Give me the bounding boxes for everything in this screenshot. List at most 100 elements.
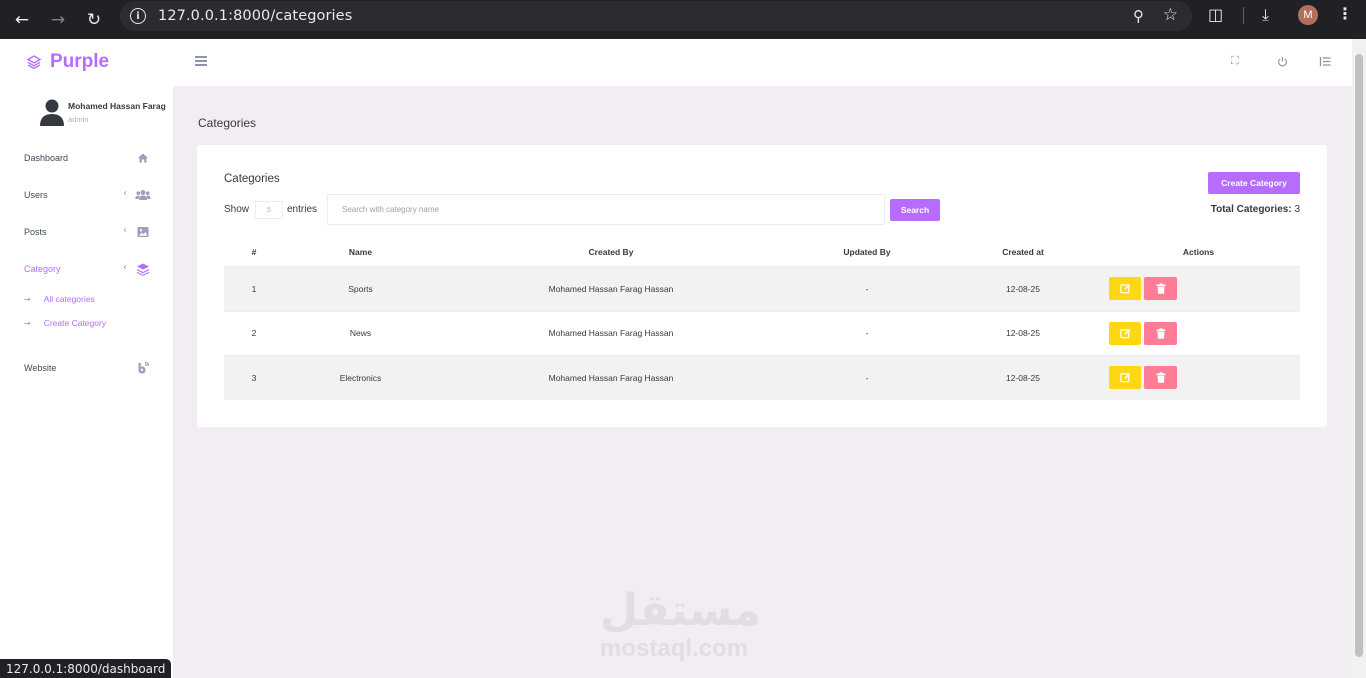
table-row: 3 Electronics Mohamed Hassan Farag Hassa… [224,355,1300,400]
list-settings-icon[interactable] [1319,56,1331,67]
column-header: Created By [588,246,634,257]
back-arrow-icon[interactable]: ← [4,5,40,35]
browser-menu-icon[interactable]: ⋮ [1337,4,1353,23]
layers-icon [137,263,149,276]
sidebar-item-label: Posts [24,227,47,237]
sidebar-item-label: Dashboard [24,153,69,163]
arrow-right-icon: → [24,318,31,328]
chevron-left-icon: ‹ [123,262,127,273]
scrollbar-thumb[interactable] [1355,54,1363,657]
chevron-left-icon: ‹ [123,188,127,199]
reload-icon[interactable]: ↻ [76,5,112,35]
sidebar-item-label: Website [24,363,57,373]
updated-by: - [865,372,869,383]
delete-button[interactable] [1144,366,1177,390]
sidebar-item-website[interactable]: Website [24,358,152,378]
column-header: Created at [1002,246,1044,257]
created-at: 12-08-25 [1005,283,1041,294]
total-value: 3 [1294,204,1300,215]
edit-icon [1119,328,1130,339]
forward-arrow-icon[interactable]: → [40,5,76,35]
card-title: Categories [224,173,280,185]
categories-table: # Name Created By Updated By Created at … [224,237,1300,400]
sidebar-item-label: Users [24,190,48,200]
sidebar-item-dashboard[interactable]: Dashboard [24,148,152,168]
category-name: News [349,328,372,339]
edit-button[interactable] [1109,366,1141,390]
watermark-latin: mostaql.com [600,635,749,662]
page-title: Categories [198,116,257,130]
search-button[interactable]: Search [890,199,940,221]
updated-by: - [865,283,869,294]
profile-avatar[interactable]: M [1298,5,1318,25]
subitem-label: All categories [43,294,95,304]
entries-count-input[interactable]: 5 [255,201,283,219]
user-avatar-icon [40,99,64,126]
sidebar-item-category[interactable]: Category ‹ [24,259,152,279]
created-at: 12-08-25 [1005,328,1041,339]
category-name: Sports [348,283,373,294]
column-header: # [251,246,257,257]
image-icon [137,227,149,237]
toolbar-divider [1243,7,1244,24]
site-info-icon[interactable]: i [130,8,146,24]
home-icon [138,153,148,163]
delete-button[interactable] [1144,277,1177,301]
entries-label: entries [287,204,318,215]
sidebar-item-users[interactable]: Users ‹ [24,185,152,205]
watermark-arabic: مستقل [600,585,761,636]
table-row: 2 News Mohamed Hassan Farag Hassan - 12-… [224,310,1300,356]
row-number: 3 [251,372,257,383]
arrow-right-icon: → [24,294,31,304]
blog-icon [138,361,150,374]
created-by: Mohamed Hassan Farag Hassan [548,283,674,294]
fullscreen-icon[interactable]: ⛶ [1231,54,1239,68]
category-name: Electronics [339,372,382,383]
layers-logo-icon [26,55,42,70]
row-actions [1109,366,1177,390]
table-row: 1 Sports Mohamed Hassan Farag Hassan - 1… [224,266,1300,311]
mostaql-watermark: مستقل mostaql.com [600,585,770,665]
address-url[interactable]: 127.0.0.1:8000/categories [158,8,352,24]
subitem-label: Create Category [43,318,107,328]
created-at: 12-08-25 [1005,372,1041,383]
search-input[interactable]: Search with category name [327,194,885,225]
download-icon[interactable]: ⤓ [1262,5,1269,25]
menu-toggle-icon[interactable] [195,56,207,66]
trash-icon [1156,283,1165,294]
total-label: Total Categories: [1210,204,1292,215]
brand-logo[interactable]: Purple [26,51,109,73]
column-header: Actions [1182,246,1215,257]
categories-card: Categories Create Category Show 5 entrie… [197,145,1327,427]
page-scrollbar[interactable] [1352,39,1366,678]
sidebar-subitem-all-categories[interactable]: → All categories [24,292,95,306]
edit-icon [1119,284,1130,294]
create-category-button[interactable]: Create Category [1208,172,1300,194]
edit-button[interactable] [1109,277,1141,301]
edit-icon [1119,373,1130,383]
extensions-icon[interactable]: ◫ [1208,5,1223,24]
sidebar-subitem-create-category[interactable]: → Create Category [24,316,106,330]
row-actions [1109,277,1177,301]
power-icon[interactable] [1277,56,1288,67]
zoom-icon[interactable]: ⚲ [1133,7,1144,25]
sidebar-item-posts[interactable]: Posts ‹ [24,222,152,242]
top-navbar: ⛶ [173,39,1352,86]
row-actions [1109,321,1177,345]
row-number: 1 [251,283,257,294]
address-bar[interactable]: i 127.0.0.1:8000/categories ⚲ ☆ [120,1,1192,31]
brand-name: Purple [50,51,110,72]
profile-name: Mohamed Hassan Farag [68,101,166,111]
trash-icon [1156,372,1165,383]
sidebar: Purple Mohamed Hassan Farag admin Dashbo… [0,39,173,678]
chevron-left-icon: ‹ [123,225,127,236]
status-bar-url: 127.0.0.1:8000/dashboard [0,659,172,678]
bookmark-star-icon[interactable]: ☆ [1163,5,1178,25]
row-number: 2 [251,328,257,339]
column-header: Updated By [843,246,891,257]
column-header: Name [348,246,373,257]
delete-button[interactable] [1144,321,1177,345]
table-header: # Name Created By Updated By Created at … [224,237,1300,266]
edit-button[interactable] [1109,321,1141,345]
show-label: Show [224,204,250,215]
